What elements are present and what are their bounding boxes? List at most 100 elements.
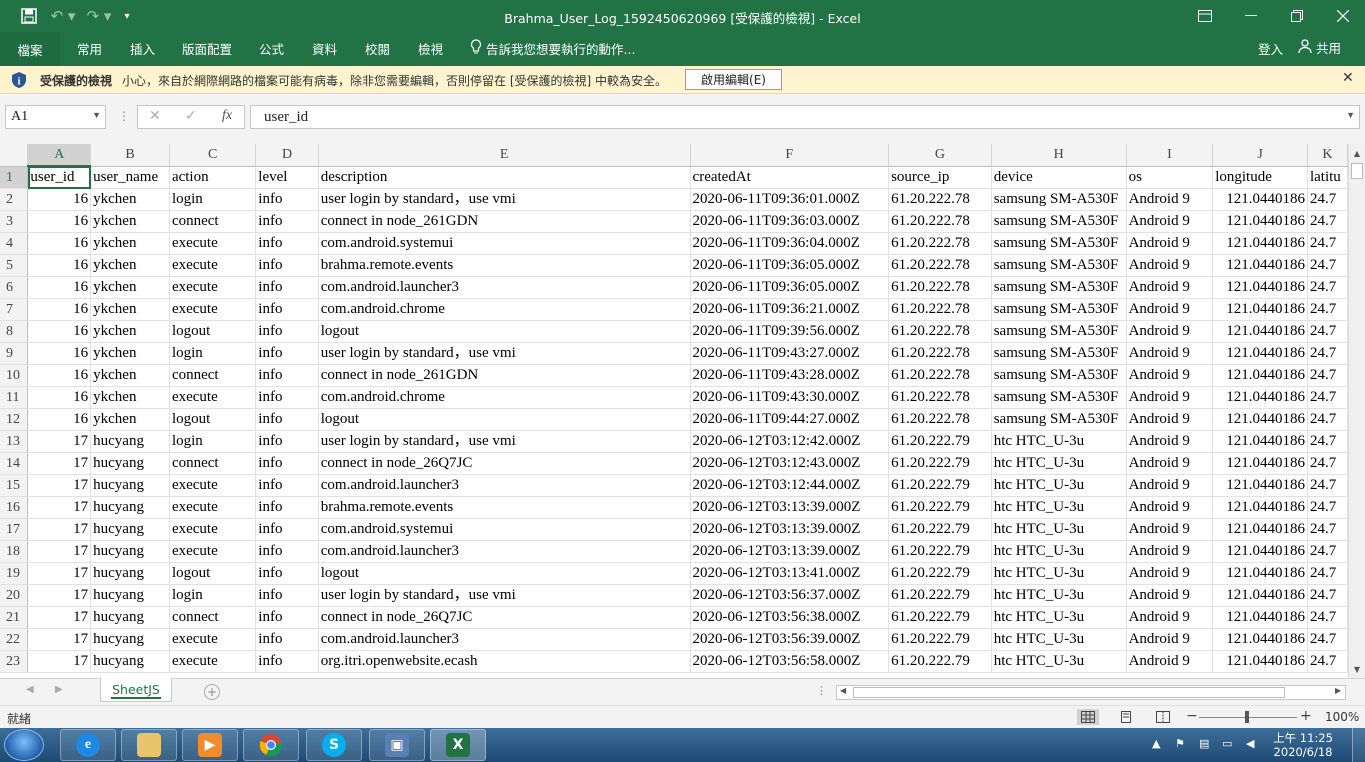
minimize-button[interactable] bbox=[1228, 0, 1274, 32]
cell[interactable]: info bbox=[255, 298, 319, 321]
cell[interactable]: 17 bbox=[27, 562, 92, 585]
cell[interactable]: 16 bbox=[27, 342, 92, 365]
cell[interactable]: connect bbox=[169, 452, 257, 475]
row-header[interactable]: 8 bbox=[0, 320, 29, 343]
cell[interactable]: info bbox=[255, 188, 319, 211]
tab-insert[interactable]: 插入 bbox=[130, 39, 155, 58]
cell[interactable]: Android 9 bbox=[1126, 452, 1214, 475]
cell[interactable]: 24.7 bbox=[1307, 254, 1348, 277]
cell[interactable]: 16 bbox=[27, 254, 92, 277]
cell[interactable]: os bbox=[1126, 166, 1214, 189]
cell[interactable]: 61.20.222.79 bbox=[888, 474, 992, 497]
cell[interactable]: 61.20.222.78 bbox=[888, 254, 992, 277]
cell[interactable]: Android 9 bbox=[1126, 584, 1214, 607]
cell[interactable]: brahma.remote.events bbox=[318, 496, 691, 519]
column-header[interactable]: F bbox=[690, 144, 890, 167]
cell[interactable]: 2020-06-11T09:43:27.000Z bbox=[690, 342, 890, 365]
cell[interactable]: 61.20.222.79 bbox=[888, 452, 992, 475]
cell[interactable]: 16 bbox=[27, 276, 92, 299]
cell[interactable]: com.android.launcher3 bbox=[318, 474, 691, 497]
row-header[interactable]: 19 bbox=[0, 562, 29, 585]
cell[interactable]: Android 9 bbox=[1126, 518, 1214, 541]
cell[interactable]: Android 9 bbox=[1126, 496, 1214, 519]
prev-sheet-icon[interactable]: ◀ bbox=[26, 684, 34, 695]
cell[interactable]: ykchen bbox=[90, 364, 170, 387]
cell[interactable]: htc HTC_U-3u bbox=[991, 518, 1127, 541]
cell[interactable]: htc HTC_U-3u bbox=[991, 650, 1127, 673]
cell[interactable]: hucyang bbox=[90, 584, 170, 607]
cell[interactable]: samsung SM-A530F bbox=[991, 386, 1127, 409]
restore-button[interactable] bbox=[1274, 0, 1320, 32]
cell[interactable]: samsung SM-A530F bbox=[991, 188, 1127, 211]
page-layout-view-icon[interactable] bbox=[1115, 709, 1137, 725]
cell[interactable]: 121.0440186 bbox=[1212, 232, 1308, 255]
cell[interactable]: com.android.systemui bbox=[318, 232, 691, 255]
cell[interactable]: 16 bbox=[27, 320, 92, 343]
cell[interactable]: 24.7 bbox=[1307, 496, 1348, 519]
cell[interactable]: 121.0440186 bbox=[1212, 628, 1308, 651]
cell[interactable]: info bbox=[255, 210, 319, 233]
cell[interactable]: com.android.chrome bbox=[318, 298, 691, 321]
cell[interactable]: 121.0440186 bbox=[1212, 474, 1308, 497]
horizontal-scrollbar[interactable]: ◀ ▶ bbox=[836, 685, 1346, 700]
row-header[interactable]: 21 bbox=[0, 606, 29, 629]
cell[interactable]: execute bbox=[169, 276, 257, 299]
expand-formula-icon[interactable]: ▼ bbox=[1346, 110, 1355, 120]
cell[interactable]: 24.7 bbox=[1307, 232, 1348, 255]
cell[interactable]: 121.0440186 bbox=[1212, 496, 1308, 519]
cell[interactable]: createdAt bbox=[690, 166, 890, 189]
row-header[interactable]: 17 bbox=[0, 518, 29, 541]
cell[interactable]: Android 9 bbox=[1126, 276, 1214, 299]
cell[interactable]: logout bbox=[169, 562, 257, 585]
cell[interactable]: samsung SM-A530F bbox=[991, 320, 1127, 343]
cell[interactable]: 24.7 bbox=[1307, 276, 1348, 299]
cell[interactable]: 24.7 bbox=[1307, 606, 1348, 629]
normal-view-icon[interactable] bbox=[1077, 709, 1099, 725]
cell[interactable]: user login by standard，use vmi bbox=[318, 584, 691, 607]
cell[interactable]: execute bbox=[169, 386, 257, 409]
cell[interactable]: 121.0440186 bbox=[1212, 386, 1308, 409]
cell[interactable]: execute bbox=[169, 650, 257, 673]
cell[interactable]: hucyang bbox=[90, 496, 170, 519]
horizontal-scroll-thumb[interactable] bbox=[853, 687, 1285, 698]
cell[interactable]: logout bbox=[318, 408, 691, 431]
cell[interactable]: ykchen bbox=[90, 298, 170, 321]
cell[interactable]: htc HTC_U-3u bbox=[991, 452, 1127, 475]
zoom-level[interactable]: 100% bbox=[1325, 710, 1359, 724]
scroll-right-arrow-icon[interactable]: ▶ bbox=[1335, 686, 1341, 695]
cell[interactable]: execute bbox=[169, 298, 257, 321]
cell[interactable]: 24.7 bbox=[1307, 518, 1348, 541]
volume-muted-icon[interactable]: ◀ bbox=[1246, 737, 1254, 750]
cell[interactable]: 2020-06-11T09:44:27.000Z bbox=[690, 408, 890, 431]
cell[interactable]: info bbox=[255, 584, 319, 607]
row-header[interactable]: 4 bbox=[0, 232, 29, 255]
row-header[interactable]: 20 bbox=[0, 584, 29, 607]
zoom-out-icon[interactable]: − bbox=[1186, 708, 1198, 724]
row-header[interactable]: 16 bbox=[0, 496, 29, 519]
cell[interactable]: 17 bbox=[27, 540, 92, 563]
cell[interactable]: 61.20.222.78 bbox=[888, 276, 992, 299]
cell[interactable]: org.itri.openwebsite.ecash bbox=[318, 650, 691, 673]
tray-expand-icon[interactable]: ▲ bbox=[1152, 737, 1160, 750]
cell[interactable]: samsung SM-A530F bbox=[991, 254, 1127, 277]
cell[interactable]: 61.20.222.79 bbox=[888, 562, 992, 585]
cell[interactable]: 121.0440186 bbox=[1212, 276, 1308, 299]
skype-icon[interactable]: S bbox=[306, 729, 362, 761]
cell[interactable]: info bbox=[255, 474, 319, 497]
cell[interactable]: 2020-06-12T03:13:39.000Z bbox=[690, 540, 890, 563]
cell[interactable]: ykchen bbox=[90, 188, 170, 211]
flag-icon[interactable]: ⚑ bbox=[1175, 737, 1185, 750]
cell[interactable]: info bbox=[255, 650, 319, 673]
cell[interactable]: 17 bbox=[27, 452, 92, 475]
cell[interactable]: 121.0440186 bbox=[1212, 650, 1308, 673]
cell[interactable]: hucyang bbox=[90, 628, 170, 651]
cell[interactable]: 2020-06-11T09:36:01.000Z bbox=[690, 188, 890, 211]
column-header[interactable]: B bbox=[90, 144, 170, 167]
cell[interactable]: samsung SM-A530F bbox=[991, 210, 1127, 233]
cell[interactable]: brahma.remote.events bbox=[318, 254, 691, 277]
cell[interactable]: Android 9 bbox=[1126, 650, 1214, 673]
add-sheet-icon[interactable]: + bbox=[204, 684, 220, 700]
cell[interactable]: 16 bbox=[27, 232, 92, 255]
cell[interactable]: connect in node_261GDN bbox=[318, 364, 691, 387]
check-icon[interactable]: ✓ bbox=[185, 108, 197, 124]
